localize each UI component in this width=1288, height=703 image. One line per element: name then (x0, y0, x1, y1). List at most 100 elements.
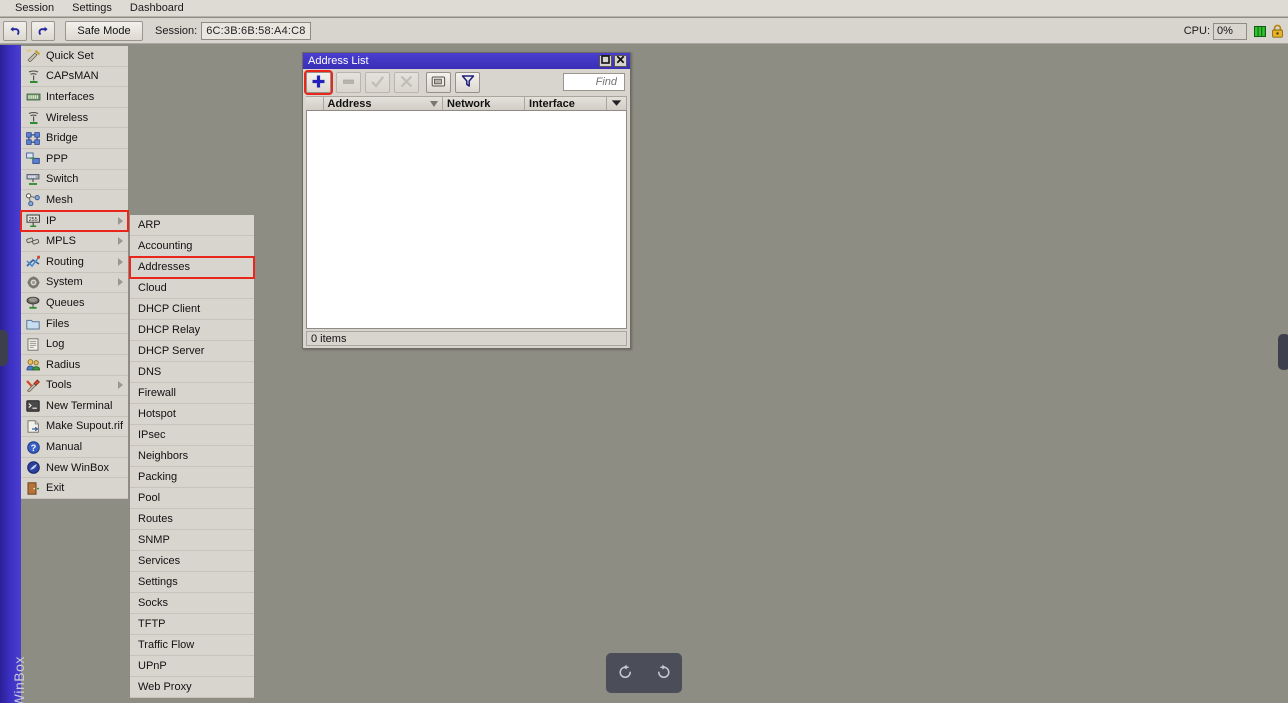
sidebar-item-new-winbox[interactable]: New WinBox (21, 458, 128, 479)
sidebar-item-files[interactable]: Files (21, 314, 128, 335)
safe-mode-button[interactable]: Safe Mode (65, 20, 143, 41)
address-list-titlebar[interactable]: Address List (303, 53, 630, 69)
ip-submenu-item-dns[interactable]: DNS (130, 362, 254, 383)
ip-submenu-item-label: TFTP (138, 618, 166, 630)
sidebar-item-label: CAPsMAN (46, 70, 99, 83)
redo-button[interactable] (31, 20, 55, 41)
ip-submenu-item-settings[interactable]: Settings (130, 572, 254, 593)
column-header-label: Address (327, 97, 372, 110)
menu-item-settings[interactable]: Settings (63, 1, 121, 15)
ip-submenu-item-snmp[interactable]: SNMP (130, 530, 254, 551)
sidebar-item-ip[interactable]: 255 IP (20, 209, 129, 233)
ip-submenu-item-ipsec[interactable]: IPsec (130, 425, 254, 446)
sidebar-item-log[interactable]: Log (21, 334, 128, 355)
drawer-handle-right[interactable] (1278, 334, 1288, 370)
rotate-ccw-button[interactable] (617, 663, 634, 684)
check-icon (370, 74, 385, 92)
sidebar-item-label: Wireless (46, 111, 89, 124)
column-header-network[interactable]: Network (443, 97, 526, 110)
ip-submenu-item-hotspot[interactable]: Hotspot (130, 404, 254, 425)
ip-submenu-item-label: ARP (138, 219, 161, 231)
window-buttons (599, 55, 627, 67)
comment-button[interactable] (426, 72, 451, 93)
main-toolbar: Safe Mode Session: 6C:3B:6B:58:A4:C8 CPU… (0, 18, 1288, 44)
sidebar-item-capsman[interactable]: CAPsMAN (21, 67, 128, 88)
ip-submenu-item-neighbors[interactable]: Neighbors (130, 446, 254, 467)
sidebar-item-new-terminal[interactable]: New Terminal (21, 396, 128, 417)
sidebar-item-tools[interactable]: Tools (21, 376, 128, 397)
close-button[interactable] (614, 55, 627, 67)
ip-submenu-item-packing[interactable]: Packing (130, 467, 254, 488)
sidebar-item-system[interactable]: System (21, 273, 128, 294)
sidebar-item-manual[interactable]: ? Manual (21, 437, 128, 458)
address-list-statusbar: 0 items (306, 331, 627, 346)
sidebar-item-queues[interactable]: Queues (21, 293, 128, 314)
ip-submenu-item-label: UPnP (138, 660, 167, 672)
drawer-handle-left[interactable] (0, 330, 8, 366)
sort-descending-icon (430, 100, 439, 107)
sidebar-item-radius[interactable]: Radius (21, 355, 128, 376)
sidebar-item-label: System (46, 276, 83, 289)
find-box[interactable] (563, 73, 625, 91)
sidebar-item-switch[interactable]: Switch (21, 170, 128, 191)
ip-submenu-item-cloud[interactable]: Cloud (130, 278, 254, 299)
address-list-column-headers: Address Network Interface (306, 96, 627, 111)
ip-submenu-item-web-proxy[interactable]: Web Proxy (130, 677, 254, 698)
column-header-selector[interactable] (306, 97, 324, 110)
ip-submenu-item-tftp[interactable]: TFTP (130, 614, 254, 635)
ip-submenu-item-pool[interactable]: Pool (130, 488, 254, 509)
ip-submenu-item-label: DHCP Relay (138, 324, 201, 336)
disable-button[interactable] (394, 72, 419, 93)
column-header-interface[interactable]: Interface (525, 97, 607, 110)
svg-text:?: ? (30, 443, 36, 453)
sidebar-item-mesh[interactable]: Mesh (21, 190, 128, 211)
add-button[interactable] (304, 70, 333, 95)
ip-submenu-item-accounting[interactable]: Accounting (130, 236, 254, 257)
column-menu-button[interactable] (607, 97, 627, 110)
toolbar-right-group: CPU: 0% (1184, 18, 1284, 44)
remove-button[interactable] (336, 72, 361, 93)
sidebar-item-label: Quick Set (46, 49, 94, 62)
cross-icon (399, 74, 414, 92)
find-input[interactable] (564, 75, 619, 89)
sidebar-item-interfaces[interactable]: Interfaces (21, 87, 128, 108)
sidebar-item-bridge[interactable]: Bridge (21, 128, 128, 149)
enable-button[interactable] (365, 72, 390, 93)
rotate-cw-button[interactable] (655, 663, 672, 684)
sidebar-item-ppp[interactable]: PPP (21, 149, 128, 170)
ip-submenu-item-socks[interactable]: Socks (130, 593, 254, 614)
ip-submenu-item-dhcp-server[interactable]: DHCP Server (130, 341, 254, 362)
ip-submenu-item-services[interactable]: Services (130, 551, 254, 572)
ip-submenu-item-upnp[interactable]: UPnP (130, 656, 254, 677)
menu-item-session[interactable]: Session (6, 1, 63, 15)
sidebar-item-label: Interfaces (46, 90, 95, 103)
ip-submenu-item-addresses[interactable]: Addresses (129, 256, 255, 279)
ip-submenu-item-firewall[interactable]: Firewall (130, 383, 254, 404)
sidebar-item-wireless[interactable]: Wireless (21, 108, 128, 129)
ip-submenu-item-traffic-flow[interactable]: Traffic Flow (130, 635, 254, 656)
address-list-grid[interactable] (306, 111, 627, 329)
sidebar-item-exit[interactable]: Exit (21, 478, 128, 500)
column-header-address[interactable]: Address (323, 97, 444, 110)
sidebar-item-mpls[interactable]: MPLS (21, 231, 128, 252)
sidebar-item-label: New WinBox (46, 461, 109, 474)
ip-submenu-item-label: Packing (138, 471, 178, 483)
undo-button[interactable] (3, 20, 27, 41)
sidebar-item-quick-set[interactable]: Quick Set (21, 46, 128, 67)
plus-icon (311, 74, 326, 92)
svg-text:255: 255 (28, 217, 37, 223)
sidebar-item-make-supout-rif[interactable]: Make Supout.rif (21, 417, 128, 438)
ip-submenu-item-dhcp-client[interactable]: DHCP Client (130, 299, 254, 320)
ip-submenu-item-label: Hotspot (138, 408, 176, 420)
session-value[interactable]: 6C:3B:6B:58:A4:C8 (201, 21, 311, 40)
sidebar-item-label: Make Supout.rif (46, 420, 124, 433)
ip-submenu-item-routes[interactable]: Routes (130, 509, 254, 530)
ip-submenu-item-dhcp-relay[interactable]: DHCP Relay (130, 320, 254, 341)
menu-item-dashboard[interactable]: Dashboard (121, 1, 187, 15)
lock-icon[interactable] (1271, 24, 1284, 38)
filter-button[interactable] (455, 72, 480, 93)
interfaces-icon (25, 90, 41, 104)
ip-submenu-item-arp[interactable]: ARP (130, 215, 254, 236)
sidebar-item-routing[interactable]: Routing (21, 252, 128, 273)
maximize-button[interactable] (599, 55, 612, 67)
